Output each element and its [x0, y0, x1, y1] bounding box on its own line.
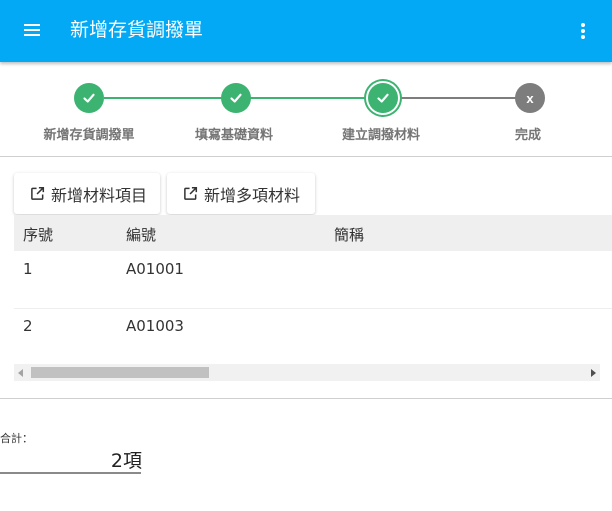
column-header-short-name[interactable]: 簡稱 — [334, 224, 364, 245]
menu-icon[interactable] — [16, 19, 48, 43]
column-header-index[interactable]: 序號 — [23, 224, 53, 245]
step-4-label: 完成 — [514, 128, 541, 143]
scroll-left-icon[interactable] — [18, 369, 23, 377]
add-multiple-label: 新增多項材料 — [204, 185, 301, 205]
step-connector — [250, 97, 368, 99]
table-divider — [0, 398, 612, 399]
step-3-check-icon — [368, 83, 398, 113]
add-item-button[interactable]: 新增材料項目 — [14, 173, 160, 214]
page-title: 新增存貨調撥單 — [70, 19, 204, 41]
step-connector — [104, 97, 222, 99]
table-row[interactable]: 1 A01001 — [14, 251, 612, 308]
horizontal-scrollbar[interactable] — [14, 364, 600, 381]
total-label: 合計： — [0, 432, 33, 445]
more-vert-icon[interactable] — [570, 19, 596, 43]
row-index: 1 — [23, 260, 33, 278]
app-bar: 新增存貨調撥單 — [0, 0, 612, 62]
row-code: A01001 — [126, 260, 184, 278]
step-connector — [396, 97, 516, 99]
step-1-label: 新增存貨調撥單 — [43, 128, 135, 143]
step-4-indicator: x — [515, 83, 545, 113]
table-header: 序號 編號 簡稱 — [14, 215, 612, 251]
step-2-label: 填寫基礎資料 — [194, 128, 273, 143]
row-index: 2 — [23, 317, 33, 335]
stepper: x 新增存貨調撥單 填寫基礎資料 建立調撥材料 完成 — [0, 62, 612, 157]
step-2-check-icon — [221, 83, 251, 113]
add-multiple-button[interactable]: 新增多項材料 — [167, 173, 315, 214]
row-code: A01003 — [126, 317, 184, 335]
step-3-label: 建立調撥材料 — [341, 128, 420, 143]
total-underline — [0, 472, 141, 474]
open-in-new-icon — [184, 186, 198, 200]
column-header-code[interactable]: 編號 — [126, 224, 156, 245]
step-4-icon-text: x — [526, 90, 534, 106]
add-item-label: 新增材料項目 — [51, 185, 148, 205]
scrollbar-thumb[interactable] — [31, 367, 209, 378]
stepper-divider — [0, 156, 612, 157]
step-1-check-icon — [74, 83, 104, 113]
total-value: 2項 — [110, 450, 142, 472]
scroll-right-icon[interactable] — [591, 369, 596, 377]
open-in-new-icon — [31, 186, 45, 200]
table-row[interactable]: 2 A01003 — [14, 308, 612, 365]
